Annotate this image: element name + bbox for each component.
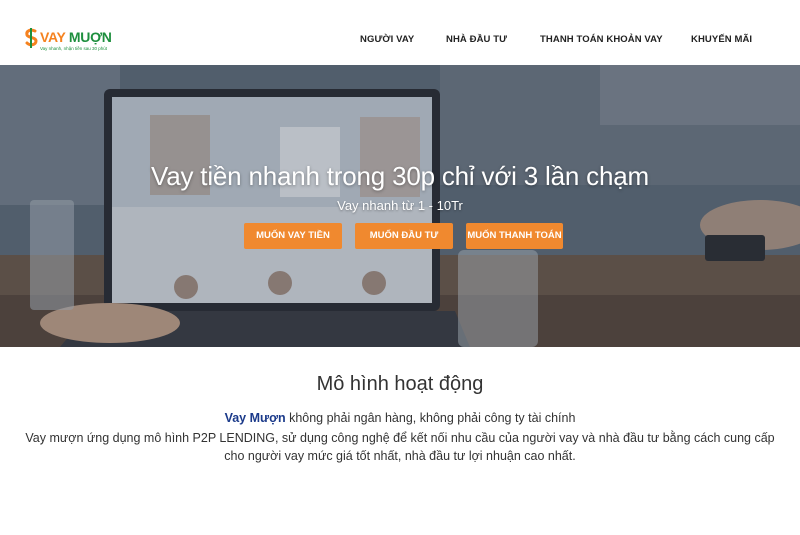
nav-nha-dau-tu[interactable]: NHÀ ĐẦU TƯ bbox=[446, 34, 507, 45]
logo-word-muon: MUỢN bbox=[68, 29, 112, 45]
muon-dau-tu-button[interactable]: MUỐN ĐẦU TƯ bbox=[355, 223, 453, 249]
logo-word-vay: VAY bbox=[40, 29, 66, 45]
desc-line1-rest: không phải ngân hàng, không phải công ty… bbox=[285, 411, 576, 425]
muon-vay-tien-button[interactable]: MUỐN VAY TIỀN bbox=[244, 223, 342, 249]
muon-thanh-toan-button[interactable]: MUỐN THANH TOÁN bbox=[466, 223, 563, 249]
hero-title: Vay tiền nhanh trong 30p chỉ với 3 lần c… bbox=[151, 161, 649, 191]
hero-banner: Vay tiền nhanh trong 30p chỉ với 3 lần c… bbox=[0, 65, 800, 347]
section-desc-line1: Vay Mượn không phải ngân hàng, không phả… bbox=[0, 411, 800, 425]
logo-tagline: Vay nhanh, nhận tiền sau 30 phút bbox=[40, 46, 107, 51]
site-header: VAY MUỢN Vay nhanh, nhận tiền sau 30 phú… bbox=[0, 0, 800, 65]
nav-khuyen-mai[interactable]: KHUYẾN MÃI bbox=[691, 34, 752, 45]
nav-nguoi-vay[interactable]: NGƯỜI VAY bbox=[360, 34, 414, 45]
logo-wordmark: VAY MUỢN bbox=[40, 29, 112, 45]
section-title: Mô hình hoạt động bbox=[316, 373, 484, 395]
nav-thanh-toan-khoan-vay[interactable]: THANH TOÁN KHOẢN VAY bbox=[540, 34, 663, 45]
brand-name-text: Vay Mượn bbox=[224, 411, 286, 425]
section-desc-line2: Vay mượn ứng dụng mô hình P2P LENDING, s… bbox=[25, 431, 775, 445]
section-desc-line3: cho người vay mức giá tốt nhất, nhà đầu … bbox=[224, 449, 576, 463]
dollar-logo-icon bbox=[25, 28, 38, 48]
logo[interactable]: VAY MUỢN Vay nhanh, nhận tiền sau 30 phú… bbox=[24, 27, 124, 53]
hero-subtitle: Vay nhanh từ 1 - 10Tr bbox=[337, 198, 463, 213]
